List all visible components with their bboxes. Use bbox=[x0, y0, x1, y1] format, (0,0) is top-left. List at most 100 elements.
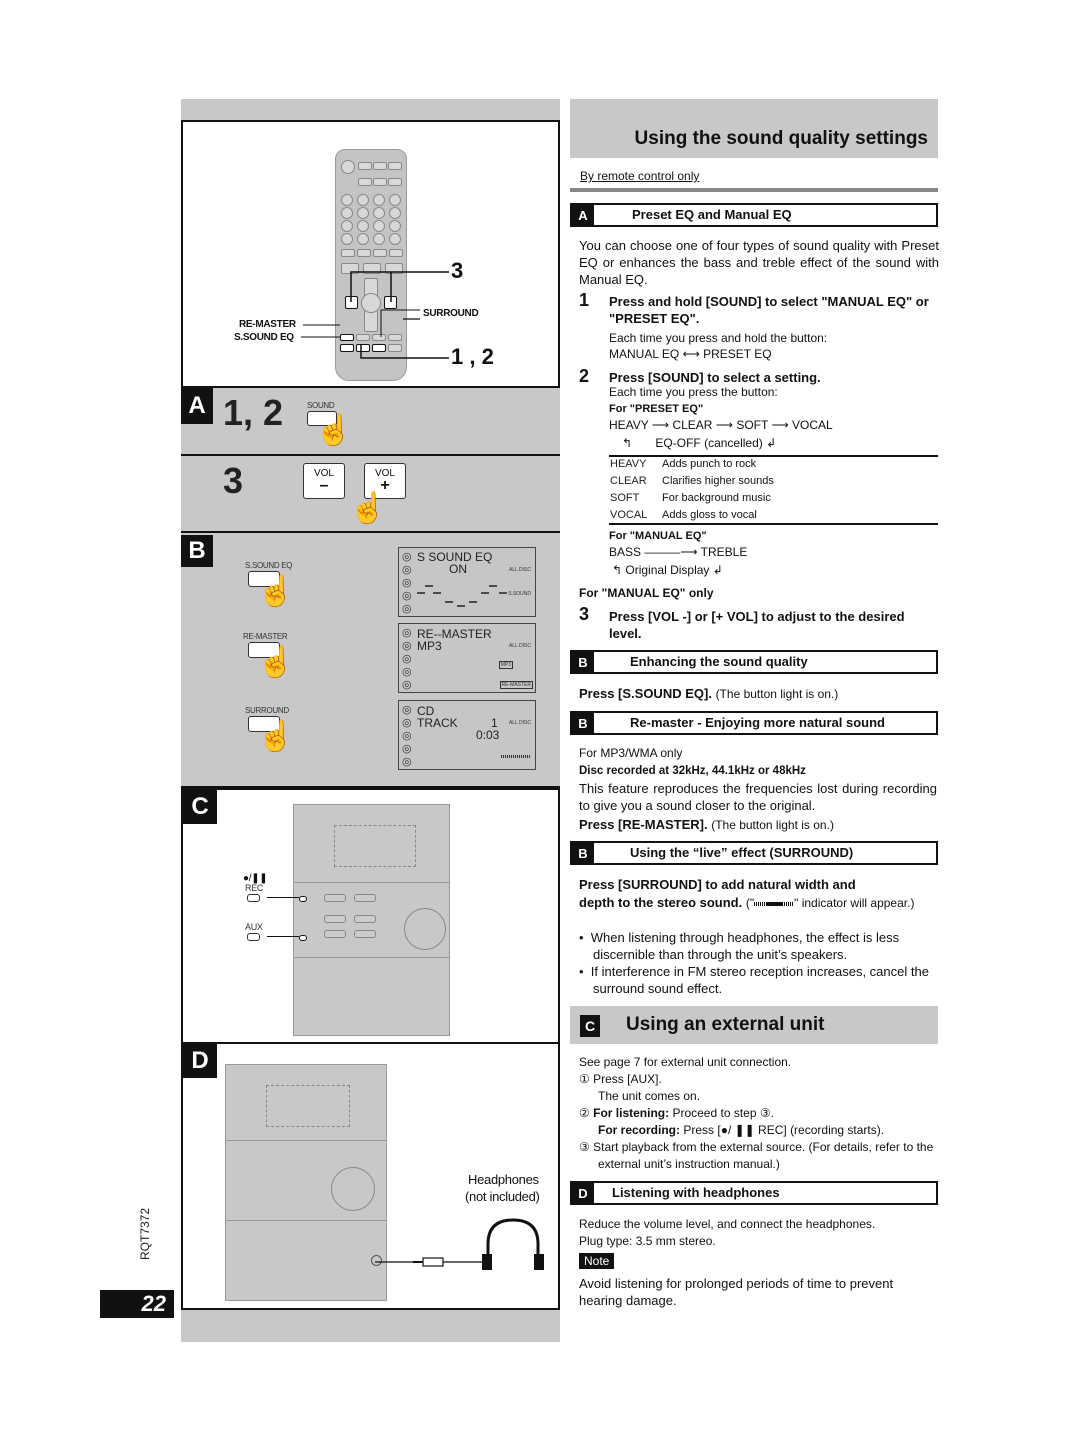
step-bold: For listening: bbox=[593, 1106, 670, 1120]
divider bbox=[294, 957, 449, 958]
figure-section-a: A 1, 2 SOUND ☝ 3 VOL – VOL + ☝ bbox=[181, 388, 560, 533]
divider bbox=[181, 531, 560, 533]
section-d-tag: D bbox=[183, 1044, 217, 1078]
remote-figure-panel: 3 1 , 2 SURROUND RE-MASTER S.SOUND EQ bbox=[181, 120, 560, 388]
callout-line bbox=[267, 897, 299, 898]
instruction-bold: depth to the stereo sound. bbox=[579, 895, 743, 910]
callout-step-3: 3 bbox=[451, 258, 464, 283]
indicator-quote: (" bbox=[745, 896, 755, 910]
step-3-label: 3 bbox=[223, 460, 244, 501]
manual-eq-only: For "MANUAL EQ" only bbox=[579, 586, 714, 600]
step-1-2-label: 1, 2 bbox=[223, 392, 284, 433]
volume-knob bbox=[404, 908, 446, 950]
divider bbox=[226, 1220, 386, 1221]
remaster-button-label: RE-MASTER bbox=[243, 632, 288, 641]
step-item: ② For listening: Proceed to step ③. bbox=[579, 1105, 939, 1122]
lcd-display-remaster: ◎ ◎ ◎ ◎ ◎ RE--MASTER MP3 ALL DISC MP3 RE-MAS… bbox=[398, 623, 536, 693]
pointing-hand-icon: ☝ bbox=[315, 414, 353, 447]
lcd-remaster-tag: RE-MASTER bbox=[499, 681, 533, 689]
doc-code: RQT7372 bbox=[138, 1207, 152, 1260]
preset-clear: CLEAR bbox=[672, 418, 713, 432]
divider bbox=[226, 1140, 386, 1141]
callout-line bbox=[267, 936, 299, 937]
disc-indicator-icon: ◎ ◎ ◎ ◎ ◎ bbox=[402, 704, 412, 768]
section-c-tag: C bbox=[183, 790, 217, 824]
surround-bullets: • When listening through headphones, the… bbox=[579, 929, 939, 997]
lcd-time: 0:03 bbox=[476, 728, 500, 742]
step-text: The unit comes on. bbox=[598, 1089, 701, 1103]
label-surround: SURROUND bbox=[423, 308, 479, 319]
remaster-panel-button bbox=[354, 894, 376, 902]
section-tag: C bbox=[580, 1015, 600, 1037]
remaster-line-2: Disc recorded at 32kHz, 44.1kHz or 48kHz bbox=[579, 765, 806, 777]
step-item: For recording: Press [●/ ❚❚ REC] (record… bbox=[579, 1122, 939, 1139]
section-tag: A bbox=[572, 205, 594, 225]
divider bbox=[181, 454, 560, 456]
remaster-instruction: Press [RE-MASTER]. (The button light is … bbox=[579, 816, 834, 834]
table-rule bbox=[609, 523, 938, 525]
eq-name: VOCAL bbox=[610, 509, 648, 521]
eq-desc: Adds punch to rock bbox=[662, 458, 757, 470]
lcd-badge: ALL DISC bbox=[508, 720, 531, 726]
step-marker: ③ bbox=[579, 1140, 590, 1154]
surround-button-label: SURROUND bbox=[245, 706, 289, 715]
preset-eq-label: For "PRESET EQ" bbox=[609, 403, 704, 415]
step-item: ③ Start playback from the external sourc… bbox=[579, 1139, 939, 1173]
eq-table-row: VOCAL Adds gloss to vocal bbox=[610, 507, 774, 524]
aux-label: AUX bbox=[245, 922, 263, 932]
step-3-title: Press [VOL -] or [+ VOL] to adjust to th… bbox=[609, 609, 905, 641]
note-badge: Note bbox=[579, 1253, 615, 1269]
surround-instruction-1: Press [SURROUND] to add natural width an… bbox=[579, 877, 856, 892]
bullet-text: If interference in FM stereo reception i… bbox=[590, 964, 929, 996]
headphones-line-2: Plug type: 3.5 mm stereo. bbox=[579, 1234, 716, 1248]
display-window bbox=[266, 1085, 350, 1127]
lcd-badge: ALL DISC bbox=[508, 567, 531, 573]
instruction-bold: Press [RE-MASTER]. bbox=[579, 817, 708, 832]
figure-section-d: D Headphones (not included) bbox=[181, 1042, 560, 1310]
page-subtitle: By remote control only bbox=[580, 169, 700, 183]
figure-section-b: B S.SOUND EQ ☝ RE-MASTER ☝ SURROUND ☝ ◎ ◎… bbox=[181, 535, 560, 788]
lcd-mp3-tag: MP3 bbox=[498, 661, 513, 669]
disc-indicator-icon: ◎ ◎ ◎ ◎ ◎ bbox=[402, 627, 412, 691]
pointing-hand-icon: ☝ bbox=[349, 492, 387, 525]
step-1-title: Press and hold [SOUND] to select "MANUAL… bbox=[609, 294, 929, 326]
section-a-tag: A bbox=[181, 388, 213, 424]
step-1-cycle: MANUAL EQ ⟷ PRESET EQ bbox=[609, 347, 772, 361]
label-remaster: RE-MASTER bbox=[239, 319, 296, 330]
sound-button-label: SOUND bbox=[307, 401, 335, 410]
rec-button-illustration bbox=[247, 894, 260, 902]
eq-bars-graphic bbox=[417, 585, 507, 607]
eq-desc: Adds gloss to vocal bbox=[662, 509, 757, 521]
step-number: 3 bbox=[579, 604, 590, 624]
section-a-intro: You can choose one of four types of soun… bbox=[579, 238, 939, 287]
eq-name: CLEAR bbox=[610, 475, 647, 487]
step-text: Press [AUX]. bbox=[593, 1072, 662, 1086]
page-title-bar: Using the sound quality settings bbox=[570, 99, 938, 158]
section-d-header: D Listening with headphones bbox=[570, 1181, 938, 1205]
page-number: 22 bbox=[100, 1290, 174, 1318]
ssound-eq-panel-button bbox=[324, 894, 346, 902]
section-tag: B bbox=[572, 652, 594, 672]
headphones-note: (not included) bbox=[465, 1189, 540, 1204]
section-title: Listening with headphones bbox=[612, 1185, 780, 1200]
manual-return-text: Original Display bbox=[625, 563, 710, 577]
section-b-tag: B bbox=[181, 535, 213, 567]
manual-treble: TREBLE bbox=[700, 545, 748, 559]
surround-instruction-2: depth to the stereo sound. (" " indicator… bbox=[579, 894, 914, 912]
preset-cycle: HEAVY ⟶ CLEAR ⟶ SOFT ⟶ VOCAL bbox=[609, 418, 833, 432]
bullet-item: • When listening through headphones, the… bbox=[579, 930, 900, 962]
manual-cycle: BASS ———⟶ TREBLE bbox=[609, 545, 748, 559]
step-item: ① Press [AUX]. bbox=[579, 1071, 939, 1088]
section-tag: B bbox=[572, 843, 594, 863]
step-text: Start playback from the external source.… bbox=[593, 1140, 934, 1171]
preset-vocal: VOCAL bbox=[792, 418, 833, 432]
section-tag: D bbox=[572, 1183, 594, 1203]
eq-desc: For background music bbox=[662, 492, 771, 504]
step-2-text: Each time you press the button: bbox=[609, 385, 778, 399]
volume-knob bbox=[331, 1167, 375, 1211]
stereo-unit-illustration bbox=[225, 1064, 387, 1301]
cd-play-panel-button bbox=[354, 915, 376, 923]
step-bold: For recording: bbox=[598, 1123, 681, 1137]
section-a-header: A Preset EQ and Manual EQ bbox=[570, 203, 938, 227]
section-title: Preset EQ and Manual EQ bbox=[632, 207, 792, 222]
